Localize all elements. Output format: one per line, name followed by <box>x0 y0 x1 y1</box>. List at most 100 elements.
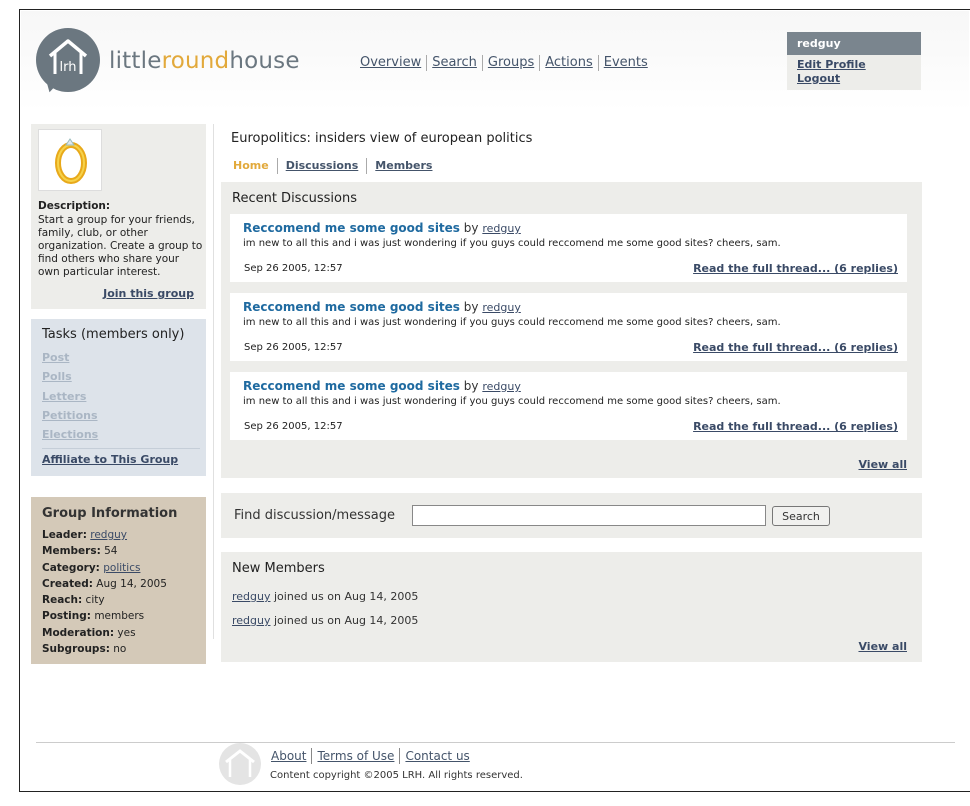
task-elections[interactable]: Elections <box>42 425 98 444</box>
member-joined-text: joined us on Aug 14, 2005 <box>274 614 419 627</box>
logo-word-round: round <box>161 48 230 74</box>
info-category: Category: politics <box>42 561 141 574</box>
discussion-title[interactable]: Reccomend me some good sites <box>243 300 460 314</box>
discussion-date: Sep 26 2005, 12:57 <box>244 421 343 432</box>
house-icon: lrh <box>48 39 88 75</box>
discussion-heading: Reccomend me some good sites by redguy <box>243 221 521 235</box>
footer-logo-icon <box>219 743 261 785</box>
join-group-link[interactable]: Join this group <box>103 287 194 300</box>
category-link[interactable]: politics <box>103 562 140 574</box>
new-members-title: New Members <box>232 561 325 576</box>
author-link[interactable]: redguy <box>482 301 521 314</box>
footer-contact-link[interactable]: Contact us <box>399 748 474 764</box>
task-petitions[interactable]: Petitions <box>42 406 98 425</box>
author-link[interactable]: redguy <box>482 380 521 393</box>
tasks-note: (members only) <box>80 327 185 342</box>
nav-overview[interactable]: Overview <box>358 55 426 71</box>
task-polls[interactable]: Polls <box>42 367 98 386</box>
info-subgroups: Subgroups: no <box>42 643 127 656</box>
read-thread-link[interactable]: Read the full thread... (6 replies) <box>693 420 898 433</box>
ring-icon <box>55 138 87 184</box>
author-link[interactable]: redguy <box>482 222 521 235</box>
discussion-title[interactable]: Reccomend me some good sites <box>243 221 460 235</box>
footer-divider <box>36 742 955 743</box>
group-information-panel: Group Information Leader: redguy Members… <box>31 497 206 664</box>
find-label: Find discussion/message <box>234 508 395 523</box>
footer-about-link[interactable]: About <box>267 748 311 764</box>
recent-discussions-title: Recent Discussions <box>232 191 357 206</box>
column-divider <box>213 124 214 639</box>
nav-events[interactable]: Events <box>597 55 653 71</box>
task-letters[interactable]: Letters <box>42 387 98 406</box>
tasks-title: Tasks <box>42 327 77 342</box>
info-moderation: Moderation: yes <box>42 626 136 639</box>
discussion-date: Sep 26 2005, 12:57 <box>244 342 343 353</box>
discussion-date: Sep 26 2005, 12:57 <box>244 263 343 274</box>
divider <box>42 448 200 449</box>
group-tabs: Home Discussions Members <box>231 158 440 174</box>
footer-terms-link[interactable]: Terms of Use <box>311 748 399 764</box>
tasks-panel: Tasks (members only) Post Polls Letters … <box>31 319 206 476</box>
nav-search[interactable]: Search <box>426 55 482 71</box>
info-posting: Posting: members <box>42 610 145 623</box>
logout-link[interactable]: Logout <box>787 72 921 86</box>
recent-discussions-panel: Recent Discussions Reccomend me some goo… <box>221 182 922 478</box>
logo-word-little: little <box>109 48 162 74</box>
discussion-title[interactable]: Reccomend me some good sites <box>243 379 460 393</box>
copyright-text: Content copyright ©2005 LRH. All rights … <box>270 770 523 781</box>
find-discussion-input[interactable] <box>412 505 766 526</box>
view-all-discussions-link[interactable]: View all <box>858 458 907 471</box>
discussion-heading: Reccomend me some good sites by redguy <box>243 300 521 314</box>
by-label: by <box>463 221 479 235</box>
discussion-excerpt: im new to all this and i was just wonder… <box>243 238 781 249</box>
tasks-heading: Tasks (members only) <box>42 327 184 342</box>
tab-members-wrap: Members <box>366 158 440 174</box>
user-box: redguy Edit Profile Logout <box>787 32 921 90</box>
page-frame: lrh littleroundhouse Overview Search Gro… <box>19 9 970 792</box>
nav-actions[interactable]: Actions <box>539 55 598 71</box>
description-label: Description: <box>38 200 111 212</box>
member-link[interactable]: redguy <box>232 590 271 603</box>
by-label: by <box>463 300 479 314</box>
page-title: Europolitics: insiders view of european … <box>231 131 533 146</box>
new-members-panel: New Members redguy joined us on Aug 14, … <box>221 552 922 662</box>
member-link[interactable]: redguy <box>232 614 271 627</box>
leader-link[interactable]: redguy <box>90 529 127 541</box>
view-all-members-link[interactable]: View all <box>858 640 907 653</box>
read-thread-link[interactable]: Read the full thread... (6 replies) <box>693 262 898 275</box>
tab-home[interactable]: Home <box>231 158 277 174</box>
tab-members[interactable]: Members <box>375 159 432 172</box>
group-information-rows: Leader: redguy Members: 54 Category: pol… <box>42 527 167 657</box>
member-joined-text: joined us on Aug 14, 2005 <box>274 590 419 603</box>
info-leader: Leader: redguy <box>42 529 128 541</box>
discussion-item: Reccomend me some good sites by redguy i… <box>230 372 907 440</box>
info-members: Members: 54 <box>42 545 118 558</box>
new-member-row: redguy joined us on Aug 14, 2005 <box>232 590 418 603</box>
site-logo-text[interactable]: littleroundhouse <box>109 48 300 74</box>
task-post[interactable]: Post <box>42 348 98 367</box>
discussion-excerpt: im new to all this and i was just wonder… <box>243 317 781 328</box>
discussion-heading: Reccomend me some good sites by redguy <box>243 379 521 393</box>
discussion-item: Reccomend me some good sites by redguy i… <box>230 214 907 282</box>
info-reach: Reach: city <box>42 594 105 607</box>
tab-discussions[interactable]: Discussions <box>286 159 359 172</box>
top-navigation: Overview Search Groups Actions Events <box>358 55 653 71</box>
find-discussion-panel: Find discussion/message Search <box>221 493 922 538</box>
edit-profile-link[interactable]: Edit Profile <box>787 58 921 72</box>
new-member-row: redguy joined us on Aug 14, 2005 <box>232 614 418 627</box>
logo-initials: lrh <box>60 60 77 75</box>
discussion-item: Reccomend me some good sites by redguy i… <box>230 293 907 361</box>
description-text: Start a group for your friends, family, … <box>38 214 203 278</box>
affiliate-group-link[interactable]: Affiliate to This Group <box>42 453 178 466</box>
read-thread-link[interactable]: Read the full thread... (6 replies) <box>693 341 898 354</box>
info-created: Created: Aug 14, 2005 <box>42 577 167 590</box>
username: redguy <box>787 32 921 55</box>
house-icon <box>225 749 255 777</box>
search-button[interactable]: Search <box>772 506 830 526</box>
tab-discussions-wrap: Discussions <box>276 158 367 174</box>
nav-groups[interactable]: Groups <box>481 55 539 71</box>
group-description-panel: Description: Start a group for your frie… <box>31 124 206 309</box>
discussion-excerpt: im new to all this and i was just wonder… <box>243 396 781 407</box>
group-image <box>38 129 102 191</box>
tasks-list: Post Polls Letters Petitions Elections <box>42 348 98 444</box>
